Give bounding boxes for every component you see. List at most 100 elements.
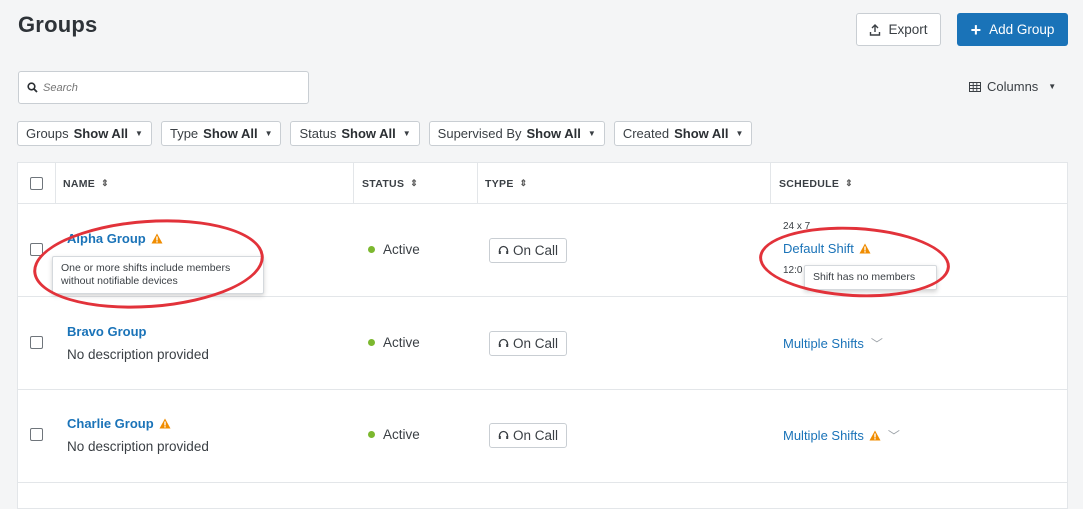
table-header: NAME ⇕ STATUS ⇕ TYPE ⇕ SCHEDULE ⇕	[18, 163, 1067, 204]
filter-groups[interactable]: Groups Show All ▼	[17, 121, 152, 146]
row-checkbox[interactable]	[30, 428, 43, 441]
search-box	[18, 71, 309, 104]
caret-down-icon: ▼	[402, 129, 411, 138]
column-header-label: TYPE	[485, 177, 514, 190]
page-title: Groups	[18, 12, 98, 37]
plus-icon: +	[970, 19, 982, 40]
filter-value: Show All	[674, 126, 729, 141]
status-cell: Active	[368, 335, 420, 350]
group-name-link[interactable]: Bravo Group	[67, 324, 146, 339]
status-cell: Active	[368, 242, 420, 257]
schedule-name: Default Shift	[783, 241, 854, 256]
warning-icon[interactable]	[159, 418, 171, 429]
column-header-label: NAME	[63, 177, 96, 190]
headset-icon	[498, 430, 509, 439]
chevron-down-icon[interactable]: ﹀	[871, 335, 883, 352]
type-text: On Call	[513, 428, 559, 443]
sort-icon: ⇕	[410, 178, 419, 188]
status-dot-icon	[368, 246, 375, 253]
sort-icon: ⇕	[519, 178, 528, 188]
type-badge: On Call	[489, 331, 568, 356]
filter-label: Status	[299, 126, 337, 141]
tooltip-line: One or more shifts include members	[61, 262, 231, 274]
export-label: Export	[888, 22, 928, 37]
add-group-button[interactable]: + Add Group	[957, 13, 1068, 46]
column-divider	[353, 163, 354, 204]
group-name: Charlie Group	[67, 416, 154, 431]
status-text: Active	[383, 242, 420, 257]
column-divider	[770, 163, 771, 204]
sort-icon: ⇕	[845, 178, 853, 188]
column-header-label: STATUS	[362, 177, 405, 190]
type-badge: On Call	[489, 423, 568, 448]
column-header-schedule[interactable]: SCHEDULE ⇕	[779, 163, 853, 204]
add-group-label: Add Group	[989, 22, 1055, 37]
status-dot-icon	[368, 339, 375, 346]
filter-status[interactable]: Status Show All ▼	[290, 121, 420, 146]
schedule-link[interactable]: Default Shift	[783, 241, 871, 256]
group-name: Alpha Group	[67, 231, 146, 246]
group-description: No description provided	[67, 439, 209, 454]
warning-icon[interactable]	[869, 430, 881, 441]
column-divider	[55, 163, 56, 204]
filter-label: Groups	[26, 126, 69, 141]
tooltip-line: without notifiable devices	[61, 275, 178, 287]
search-input[interactable]	[43, 81, 283, 94]
column-header-name[interactable]: NAME ⇕	[63, 163, 109, 204]
filter-type[interactable]: Type Show All ▼	[160, 121, 282, 146]
schedule-name: Multiple Shifts	[783, 428, 864, 443]
column-header-label: SCHEDULE	[779, 177, 840, 190]
caret-down-icon: ▼	[264, 129, 273, 138]
column-header-type[interactable]: TYPE ⇕	[485, 163, 527, 204]
filter-supervised-by[interactable]: Supervised By Show All ▼	[428, 121, 605, 146]
status-cell: Active	[368, 427, 420, 442]
row-checkbox[interactable]	[30, 243, 43, 256]
group-name-link[interactable]: Alpha Group	[67, 231, 163, 246]
caret-down-icon: ▼	[1048, 82, 1057, 91]
caret-down-icon: ▼	[587, 129, 596, 138]
search-icon	[27, 82, 38, 93]
column-divider	[477, 163, 478, 204]
headset-icon	[498, 245, 509, 254]
schedule-time: 12:0	[783, 265, 803, 276]
caret-down-icon: ▼	[135, 129, 143, 138]
group-name-link[interactable]: Charlie Group	[67, 416, 171, 431]
status-text: Active	[383, 335, 420, 350]
status-text: Active	[383, 427, 420, 442]
export-button[interactable]: Export	[856, 13, 941, 46]
warning-tooltip: One or more shifts include members witho…	[52, 256, 264, 294]
group-name: Bravo Group	[67, 324, 147, 339]
schedule-link[interactable]: Multiple Shifts ﹀	[783, 427, 900, 444]
column-header-status[interactable]: STATUS ⇕	[362, 163, 418, 204]
filter-value: Show All	[526, 126, 581, 141]
type-text: On Call	[513, 243, 559, 258]
chevron-down-icon[interactable]: ﹀	[888, 427, 900, 444]
row-checkbox[interactable]	[30, 336, 43, 349]
filter-bar: Groups Show All ▼ Type Show All ▼ Status…	[17, 121, 753, 146]
select-all-checkbox[interactable]	[30, 177, 43, 190]
schedule-label: 24 x 7	[783, 221, 811, 232]
filter-label: Type	[169, 126, 199, 141]
group-description: No description provided	[67, 347, 209, 362]
status-dot-icon	[368, 431, 375, 438]
schedule-link[interactable]: Multiple Shifts ﹀	[783, 335, 883, 352]
headset-icon	[498, 338, 509, 347]
columns-button[interactable]: Columns ▼	[969, 79, 1056, 94]
filter-created[interactable]: Created Show All ▼	[613, 121, 753, 146]
warning-icon[interactable]	[859, 243, 871, 254]
table-row: Alpha Group One or more shifts include m…	[18, 204, 1067, 297]
table-row: Charlie Group No description provided Ac…	[18, 390, 1067, 483]
table-row: Bravo Group No description provided Acti…	[18, 297, 1067, 390]
export-icon	[870, 23, 881, 36]
type-badge: On Call	[489, 238, 568, 263]
type-text: On Call	[513, 336, 559, 351]
columns-label: Columns	[987, 79, 1039, 94]
schedule-tooltip: Shift has no members	[804, 265, 937, 290]
columns-icon	[969, 81, 981, 92]
filter-label: Created	[622, 126, 670, 141]
filter-label: Supervised By	[437, 126, 522, 141]
warning-icon[interactable]	[151, 233, 163, 244]
filter-value: Show All	[341, 126, 396, 141]
filter-value: Show All	[203, 126, 258, 141]
schedule-name: Multiple Shifts	[783, 336, 864, 351]
